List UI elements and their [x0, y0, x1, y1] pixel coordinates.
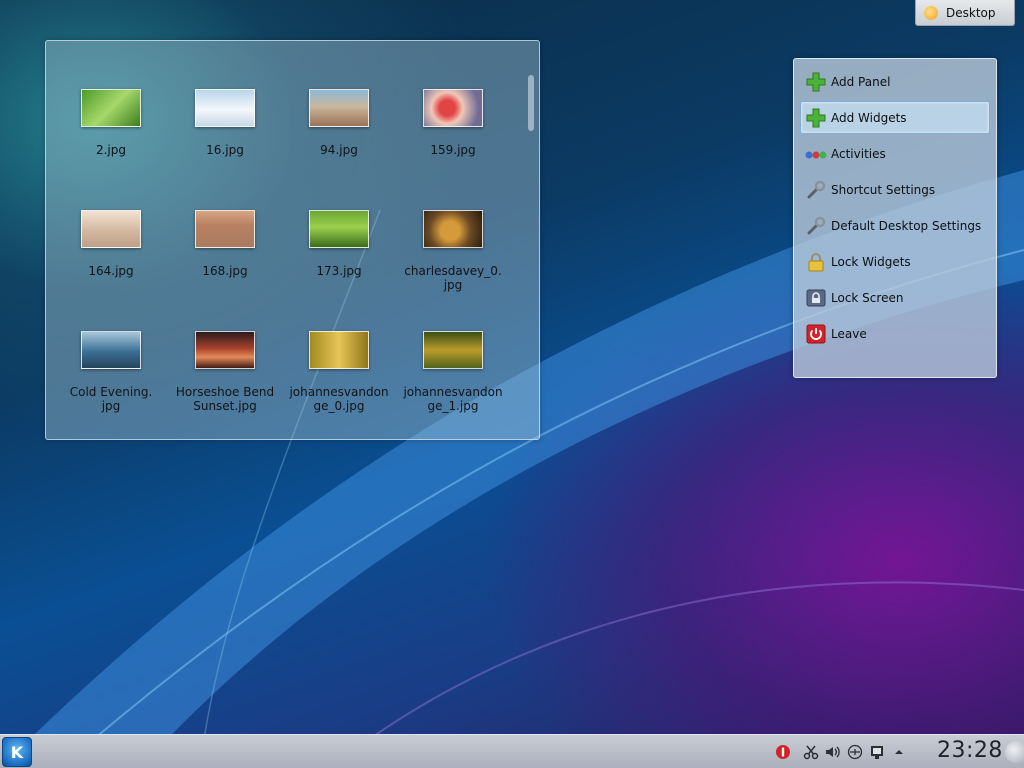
plus-icon	[805, 71, 827, 93]
clipboard-scissors-icon[interactable]	[800, 741, 822, 763]
lock-icon	[805, 251, 827, 273]
network-icon[interactable]	[866, 741, 888, 763]
file-item[interactable]: 173.jpg	[282, 210, 396, 331]
menu-item-label: Lock Screen	[831, 290, 904, 305]
menu-item-label: Activities	[831, 146, 886, 161]
volume-icon[interactable]	[822, 741, 844, 763]
image-thumbnail	[309, 89, 369, 127]
image-thumbnail	[309, 210, 369, 248]
activities-menu-item[interactable]: Activities	[800, 137, 990, 170]
file-name: 173.jpg	[316, 264, 362, 278]
lock-widgets-menu-item[interactable]: Lock Widgets	[800, 245, 990, 278]
image-thumbnail	[195, 210, 255, 248]
image-thumbnail	[423, 331, 483, 369]
file-item[interactable]: 164.jpg	[54, 210, 168, 331]
desktop-toolbox-menu: Add Panel Add Widgets Activities Shortcu…	[793, 58, 997, 378]
digital-clock[interactable]: 23:28	[937, 738, 1003, 763]
desktop-toolbox-label: Desktop	[946, 5, 996, 20]
image-thumbnail	[81, 331, 141, 369]
file-name: 2.jpg	[95, 143, 127, 157]
file-name: Cold Evening. jpg	[69, 385, 153, 413]
menu-item-label: Leave	[831, 326, 867, 341]
system-tray	[772, 735, 910, 768]
menu-item-label: Add Panel	[831, 74, 891, 89]
panel-toolbox-icon[interactable]	[1005, 741, 1024, 763]
file-name: charlesdavey_0. jpg	[404, 264, 502, 292]
add-widgets-menu-item[interactable]: Add Widgets	[800, 101, 990, 134]
power-icon	[805, 323, 827, 345]
shortcut-settings-menu-item[interactable]: Shortcut Settings	[800, 173, 990, 206]
file-name: 94.jpg	[320, 143, 358, 157]
leave-menu-item[interactable]: Leave	[800, 317, 990, 350]
file-name: 164.jpg	[88, 264, 134, 278]
file-grid: 2.jpg 16.jpg 94.jpg 159.jpg 164.jpg 168.…	[54, 89, 510, 452]
image-thumbnail	[195, 89, 255, 127]
file-name: 16.jpg	[206, 143, 244, 157]
lock-screen-icon	[805, 287, 827, 309]
wrench-icon	[805, 179, 827, 201]
menu-item-label: Add Widgets	[831, 110, 907, 125]
taskbar-panel: K 23:28	[0, 734, 1024, 768]
image-thumbnail	[81, 89, 141, 127]
file-item[interactable]: Horseshoe Bend Sunset.jpg	[168, 331, 282, 452]
file-item[interactable]: 2.jpg	[54, 89, 168, 210]
file-item[interactable]: Cold Evening. jpg	[54, 331, 168, 452]
wrench-icon	[805, 215, 827, 237]
usb-device-icon[interactable]	[844, 741, 866, 763]
file-item[interactable]: 159.jpg	[396, 89, 510, 210]
file-item[interactable]: 94.jpg	[282, 89, 396, 210]
menu-item-label: Default Desktop Settings	[831, 218, 982, 233]
folder-view-scrollbar[interactable]	[528, 75, 534, 131]
desktop-toolbox-icon	[924, 5, 938, 20]
menu-item-label: Shortcut Settings	[831, 182, 936, 197]
menu-item-label: Lock Widgets	[831, 254, 911, 269]
file-item[interactable]: 168.jpg	[168, 210, 282, 331]
desktop-toolbox-button[interactable]: Desktop	[915, 0, 1015, 26]
file-name: 168.jpg	[202, 264, 248, 278]
image-thumbnail	[81, 210, 141, 248]
add-panel-menu-item[interactable]: Add Panel	[800, 65, 990, 98]
lock-screen-menu-item[interactable]: Lock Screen	[800, 281, 990, 314]
plus-icon	[805, 107, 827, 129]
kde-logo-icon: K	[10, 742, 24, 762]
file-item[interactable]: johannesvandon ge_0.jpg	[282, 331, 396, 452]
image-thumbnail	[195, 331, 255, 369]
notification-stop-icon[interactable]	[772, 741, 794, 763]
chevron-up-icon[interactable]	[888, 741, 910, 763]
file-item[interactable]: johannesvandon ge_1.jpg	[396, 331, 510, 452]
image-thumbnail	[309, 331, 369, 369]
folder-view-widget[interactable]: 2.jpg 16.jpg 94.jpg 159.jpg 164.jpg 168.…	[45, 40, 540, 440]
file-name: johannesvandon ge_1.jpg	[403, 385, 503, 413]
file-name: Horseshoe Bend Sunset.jpg	[175, 385, 275, 413]
default-desktop-settings-menu-item[interactable]: Default Desktop Settings	[800, 209, 990, 242]
image-thumbnail	[423, 210, 483, 248]
file-name: 159.jpg	[430, 143, 476, 157]
image-thumbnail	[423, 89, 483, 127]
application-launcher-button[interactable]: K	[2, 737, 32, 767]
file-item[interactable]: charlesdavey_0. jpg	[396, 210, 510, 331]
activities-icon	[805, 143, 827, 165]
file-item[interactable]: 16.jpg	[168, 89, 282, 210]
file-name: johannesvandon ge_0.jpg	[289, 385, 389, 413]
